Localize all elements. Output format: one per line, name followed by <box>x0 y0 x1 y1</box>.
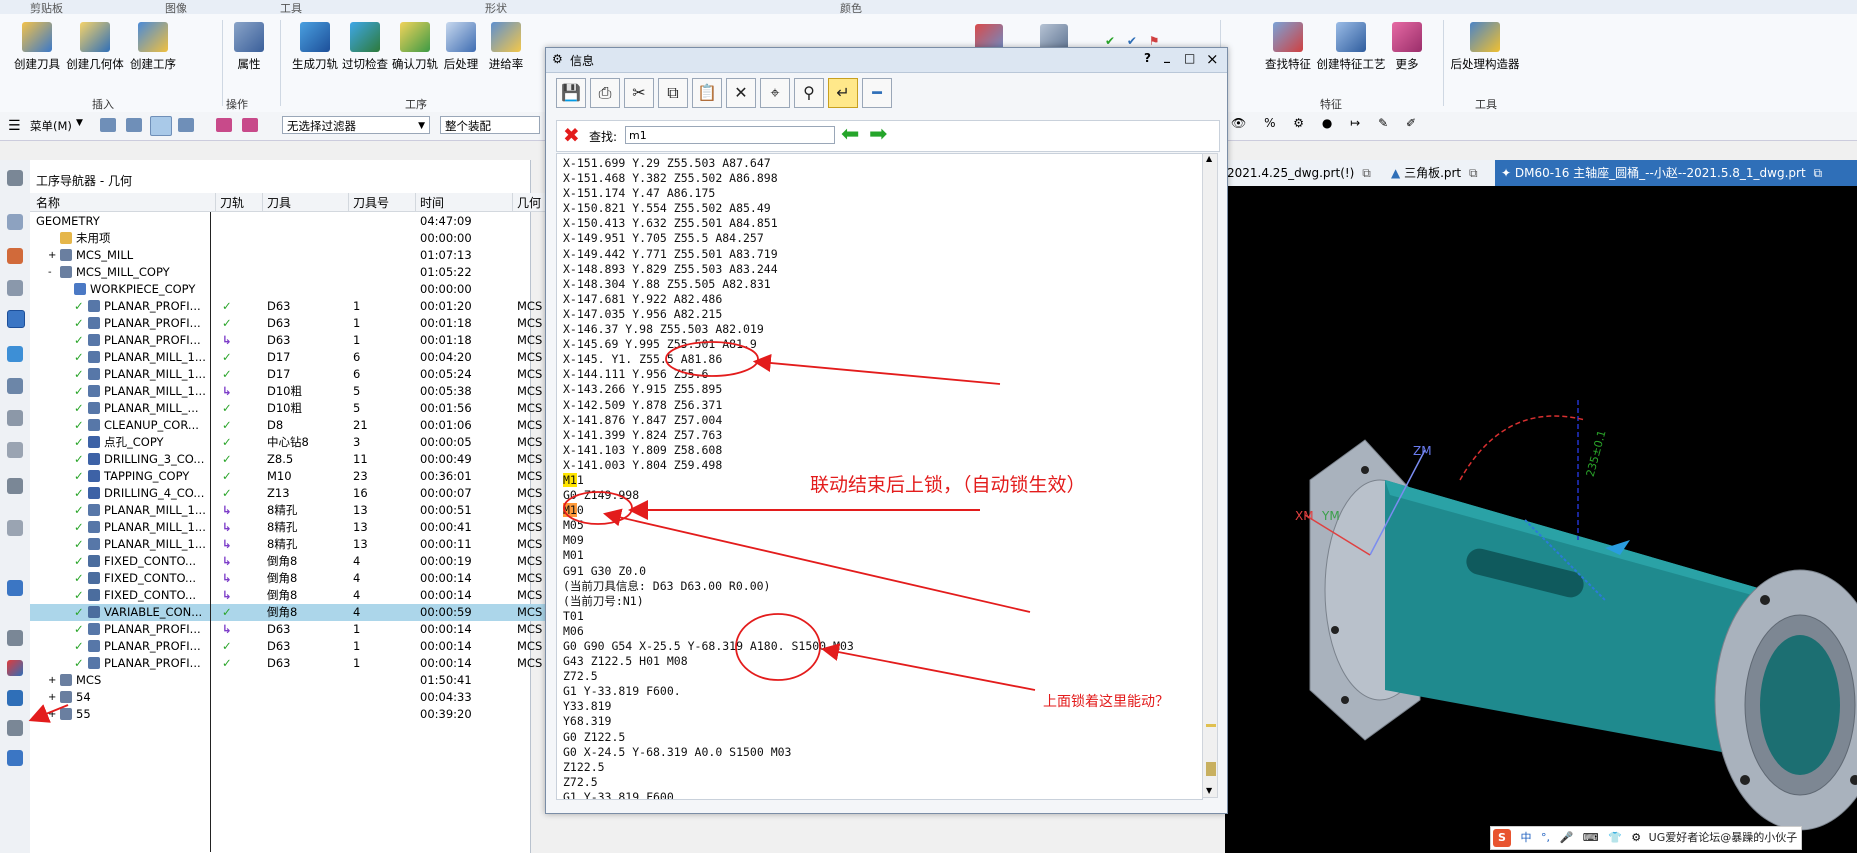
annotation-overlay <box>28 341 1036 723</box>
circle-a180 <box>735 613 821 681</box>
ime-mode[interactable]: 中 <box>1521 831 1532 844</box>
arrow-to-z <box>752 354 1001 385</box>
arrow-to-selected-op <box>28 704 69 723</box>
arrow-to-a180 <box>820 643 1036 691</box>
annotation-lock-note: 联动结束后上锁，（自动锁生效） <box>810 474 1086 496</box>
watermark: UG爱好者论坛@暴躁的小伙子 <box>1648 831 1798 844</box>
settings-icon[interactable]: ⚙ <box>1631 831 1641 844</box>
keyboard-icon[interactable]: ⌨ <box>1583 831 1599 844</box>
arrow-to-m10-lower <box>602 508 1031 613</box>
ime-toolbar: S 中 °, 🎤 ⌨ 👕 ⚙ UG爱好者论坛@暴躁的小伙子 <box>1490 826 1802 850</box>
skin-icon[interactable]: 👕 <box>1608 831 1622 844</box>
microphone-icon[interactable]: 🎤 <box>1560 831 1574 844</box>
annotation-question: 上面锁着这里能动？ <box>1043 694 1169 710</box>
sogou-logo-icon[interactable]: S <box>1493 829 1511 847</box>
ime-punctuation[interactable]: °, <box>1541 831 1550 844</box>
circle-z-value <box>665 341 759 377</box>
circle-m10 <box>563 491 633 525</box>
